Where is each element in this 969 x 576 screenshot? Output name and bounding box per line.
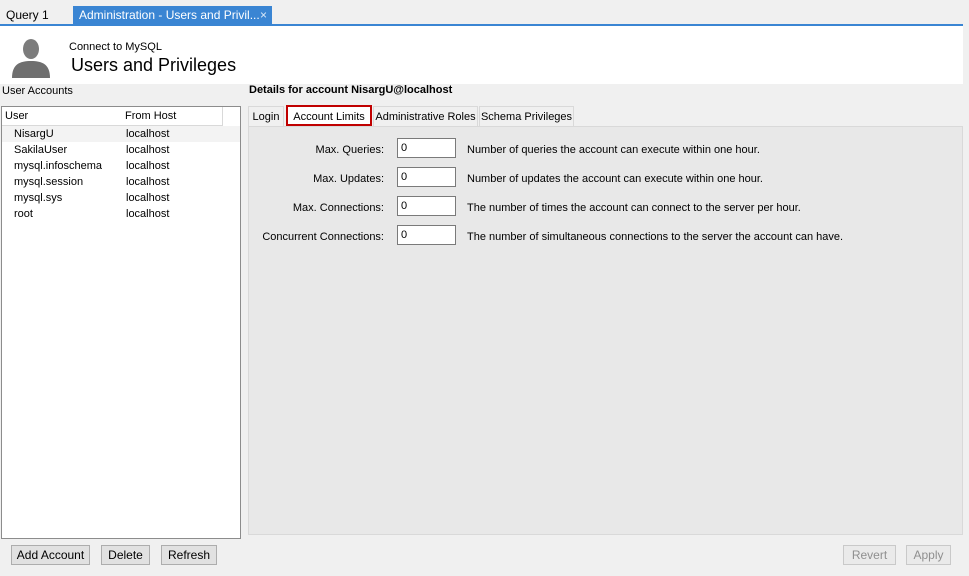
max-connections-label: Max. Connections: <box>292 202 384 214</box>
user-cell: mysql.sys <box>14 192 63 204</box>
page-title: Users and Privileges <box>71 55 237 75</box>
concurrent-connections-input[interactable] <box>397 225 456 245</box>
table-row[interactable]: root localhost <box>2 206 240 222</box>
max-queries-description: Number of queries the account can execut… <box>467 144 760 156</box>
user-cell: NisargU <box>14 128 54 140</box>
revert-button[interactable]: Revert <box>843 545 896 565</box>
user-accounts-label: User Accounts <box>2 85 73 97</box>
host-cell: localhost <box>126 144 170 156</box>
tab-login[interactable]: Login <box>248 106 284 126</box>
tab-query-1[interactable]: Query 1 <box>0 6 72 24</box>
tab-administration[interactable]: Administration - Users and Privil... × <box>73 6 272 24</box>
table-row[interactable]: NisargU localhost <box>2 126 240 142</box>
column-header-user[interactable]: User <box>2 107 123 126</box>
tab-administrative-roles[interactable]: Administrative Roles <box>373 106 478 126</box>
add-account-button[interactable]: Add Account <box>11 545 90 565</box>
refresh-button[interactable]: Refresh <box>161 545 217 565</box>
table-row[interactable]: SakilaUser localhost <box>2 142 240 158</box>
tab-account-limits[interactable]: Account Limits <box>286 105 372 126</box>
document-tab-strip: Query 1 Administration - Users and Privi… <box>0 0 969 26</box>
delete-button[interactable]: Delete <box>101 545 150 565</box>
max-updates-label: Max. Updates: <box>313 173 384 185</box>
max-queries-label: Max. Queries: <box>315 144 384 156</box>
concurrent-connections-label: Concurrent Connections: <box>262 231 384 243</box>
column-header-from-host[interactable]: From Host <box>122 107 223 126</box>
host-cell: localhost <box>126 160 170 172</box>
max-connections-description: The number of times the account can conn… <box>467 202 801 214</box>
table-row[interactable]: mysql.infoschema localhost <box>2 158 240 174</box>
concurrent-connections-description: The number of simultaneous connections t… <box>467 231 844 243</box>
user-avatar-icon <box>12 39 50 78</box>
apply-button[interactable]: Apply <box>906 545 951 565</box>
max-updates-description: Number of updates the account can execut… <box>467 173 763 185</box>
user-cell: mysql.session <box>14 176 84 188</box>
user-cell: SakilaUser <box>14 144 68 156</box>
max-queries-input[interactable] <box>397 138 456 158</box>
user-accounts-table[interactable]: User From Host NisargU localhost SakilaU… <box>1 106 241 539</box>
max-updates-input[interactable] <box>397 167 456 187</box>
tab-schema-privileges[interactable]: Schema Privileges <box>479 106 574 126</box>
table-row[interactable]: mysql.sys localhost <box>2 190 240 206</box>
connect-to-mysql-text: Connect to MySQL <box>69 41 162 53</box>
details-heading: Details for account NisargU@localhost <box>249 84 453 96</box>
host-cell: localhost <box>126 208 170 220</box>
tab-administration-label: Administration - Users and Privil... <box>79 8 260 22</box>
account-limits-panel <box>248 126 963 535</box>
max-connections-input[interactable] <box>397 196 456 216</box>
host-cell: localhost <box>126 176 170 188</box>
host-cell: localhost <box>126 128 170 140</box>
user-cell: root <box>14 208 33 220</box>
user-cell: mysql.infoschema <box>14 160 103 172</box>
host-cell: localhost <box>126 192 170 204</box>
close-icon[interactable]: × <box>260 6 267 24</box>
table-row[interactable]: mysql.session localhost <box>2 174 240 190</box>
